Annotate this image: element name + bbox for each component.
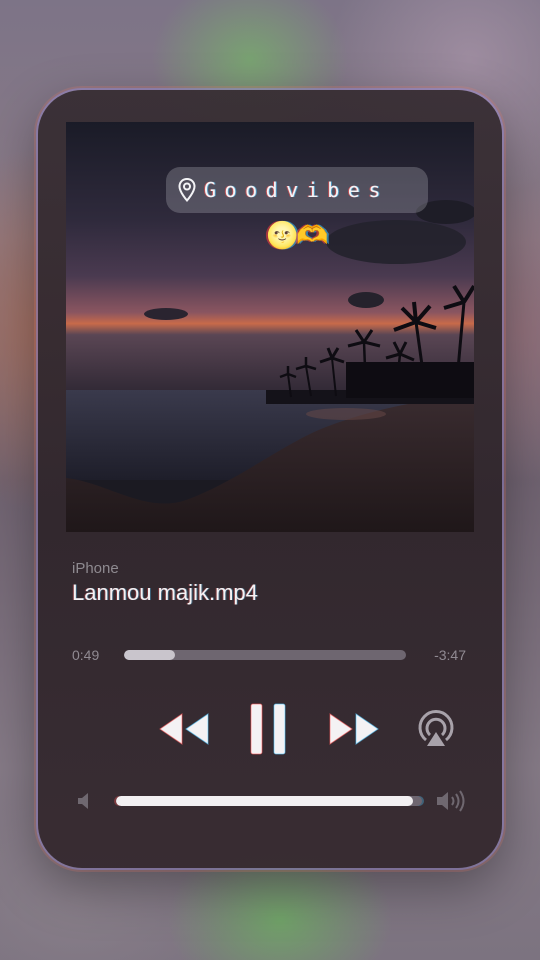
now-playing-card: Goodvibes 🌝🫶 iPhone Lanmou majik.mp4 0:4… [38, 90, 502, 868]
caption-sticker: Goodvibes [166, 167, 428, 213]
time-remaining: -3:47 [434, 647, 466, 663]
progress-fill [124, 650, 175, 660]
volume-fill [116, 796, 413, 806]
airplay-icon[interactable] [414, 706, 458, 750]
rewind-icon[interactable] [158, 712, 210, 746]
playback-source: iPhone [72, 560, 119, 577]
caption-text: Goodvibes [204, 178, 389, 202]
time-elapsed: 0:49 [72, 647, 100, 663]
album-artwork: Goodvibes 🌝🫶 [66, 122, 474, 532]
pause-icon[interactable] [248, 702, 288, 756]
transport-controls [38, 690, 502, 770]
map-pin-icon [178, 178, 196, 202]
speaker-high-icon [437, 790, 465, 812]
volume-slider[interactable] [116, 796, 422, 806]
track-title: Lanmou majik.mp4 [72, 580, 258, 605]
volume-control [38, 786, 502, 816]
emoji-sticker: 🌝🫶 [266, 220, 329, 250]
fast-forward-icon[interactable] [328, 712, 380, 746]
speaker-low-icon [78, 793, 88, 809]
progress-scrubber[interactable] [124, 650, 406, 660]
